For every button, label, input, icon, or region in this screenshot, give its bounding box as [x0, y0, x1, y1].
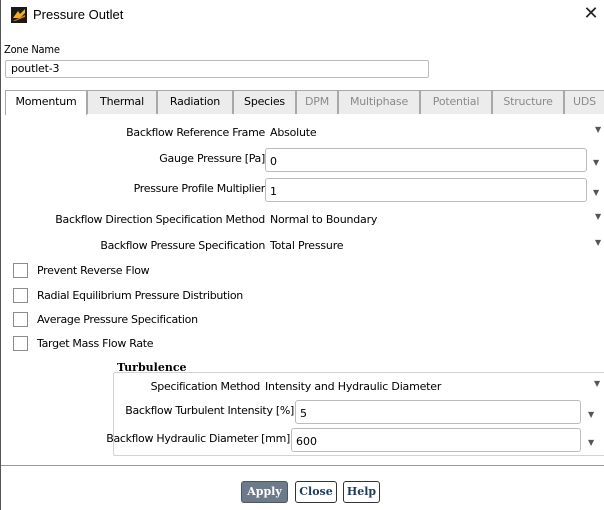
prevent-reverse-flow-label: Prevent Reverse Flow: [37, 264, 150, 277]
profile-multiplier-options-icon[interactable]: ▼: [593, 188, 599, 197]
specification-method-label: Specification Method: [150, 380, 261, 393]
hydraulic-diameter-label: Backflow Hydraulic Diameter [mm]: [106, 432, 290, 445]
chevron-down-icon: ▼: [595, 238, 601, 247]
tab-structure[interactable]: Structure: [492, 90, 564, 114]
gauge-pressure-label: Gauge Pressure [Pa]: [159, 152, 265, 165]
turbulent-intensity-label: Backflow Turbulent Intensity [%]: [125, 404, 294, 417]
backflow-direction-select[interactable]: Normal to Boundary ▼: [265, 211, 601, 229]
gauge-pressure-options-icon[interactable]: ▼: [593, 158, 599, 167]
backflow-pressure-spec-label: Backflow Pressure Specification: [100, 239, 265, 252]
tab-momentum[interactable]: Momentum: [5, 90, 87, 115]
tab-potential[interactable]: Potential: [420, 90, 492, 114]
backflow-pressure-spec-value: Total Pressure: [270, 239, 344, 252]
zone-name-label: Zone Name: [4, 43, 60, 56]
title-bar: Pressure Outlet ✕: [1, 0, 604, 30]
specification-method-select[interactable]: Intensity and Hydraulic Diameter ▼: [260, 378, 600, 396]
tab-multiphase[interactable]: Multiphase: [338, 90, 420, 114]
close-button[interactable]: Close: [295, 481, 337, 503]
radial-equilibrium-label: Radial Equilibrium Pressure Distribution: [37, 289, 243, 302]
average-pressure-checkbox[interactable]: [13, 312, 28, 327]
tab-bar: Momentum Thermal Radiation Species DPM M…: [5, 90, 604, 115]
target-mass-flow-label: Target Mass Flow Rate: [37, 337, 154, 350]
backflow-direction-label: Backflow Direction Specification Method: [55, 213, 265, 226]
help-button[interactable]: Help: [343, 481, 380, 503]
backflow-direction-value: Normal to Boundary: [270, 213, 378, 226]
momentum-panel: Backflow Reference Frame Absolute ▼ Gaug…: [5, 114, 604, 466]
radial-equilibrium-checkbox[interactable]: [13, 288, 28, 303]
turbulent-intensity-options-icon[interactable]: ▼: [588, 410, 594, 419]
close-window-icon[interactable]: ✕: [579, 3, 603, 27]
backflow-reference-frame-label: Backflow Reference Frame: [126, 126, 265, 139]
chevron-down-icon: ▼: [595, 212, 601, 221]
window-title: Pressure Outlet: [33, 7, 124, 22]
tab-dpm[interactable]: DPM: [296, 90, 338, 114]
tab-thermal[interactable]: Thermal: [87, 90, 157, 114]
pressure-profile-multiplier-label: Pressure Profile Multiplier: [133, 182, 266, 195]
specification-method-value: Intensity and Hydraulic Diameter: [265, 380, 442, 393]
chevron-down-icon: ▼: [594, 379, 600, 388]
pressure-profile-multiplier-input[interactable]: 1: [265, 178, 587, 202]
hydraulic-diameter-input[interactable]: 600: [291, 428, 581, 452]
fluent-boundary-icon: [11, 7, 27, 23]
zone-name-field[interactable]: poutlet-3: [5, 60, 429, 78]
footer-divider: [1, 465, 604, 466]
average-pressure-label: Average Pressure Specification: [37, 313, 198, 326]
hydraulic-diameter-options-icon[interactable]: ▼: [588, 438, 594, 447]
apply-button[interactable]: Apply: [241, 481, 288, 503]
backflow-reference-frame-select[interactable]: Absolute ▼: [265, 124, 601, 142]
backflow-reference-frame-value: Absolute: [270, 126, 317, 139]
turbulent-intensity-input[interactable]: 5: [295, 400, 581, 424]
tab-radiation[interactable]: Radiation: [157, 90, 233, 114]
chevron-down-icon: ▼: [595, 125, 601, 134]
prevent-reverse-flow-checkbox[interactable]: [13, 263, 28, 278]
backflow-pressure-spec-select[interactable]: Total Pressure ▼: [265, 237, 601, 255]
gauge-pressure-input[interactable]: 0: [265, 148, 587, 172]
pressure-outlet-dialog: Pressure Outlet ✕ Zone Name poutlet-3 Mo…: [0, 0, 604, 510]
target-mass-flow-checkbox[interactable]: [13, 336, 28, 351]
tab-species[interactable]: Species: [233, 90, 296, 114]
tab-uds[interactable]: UDS: [564, 90, 604, 114]
